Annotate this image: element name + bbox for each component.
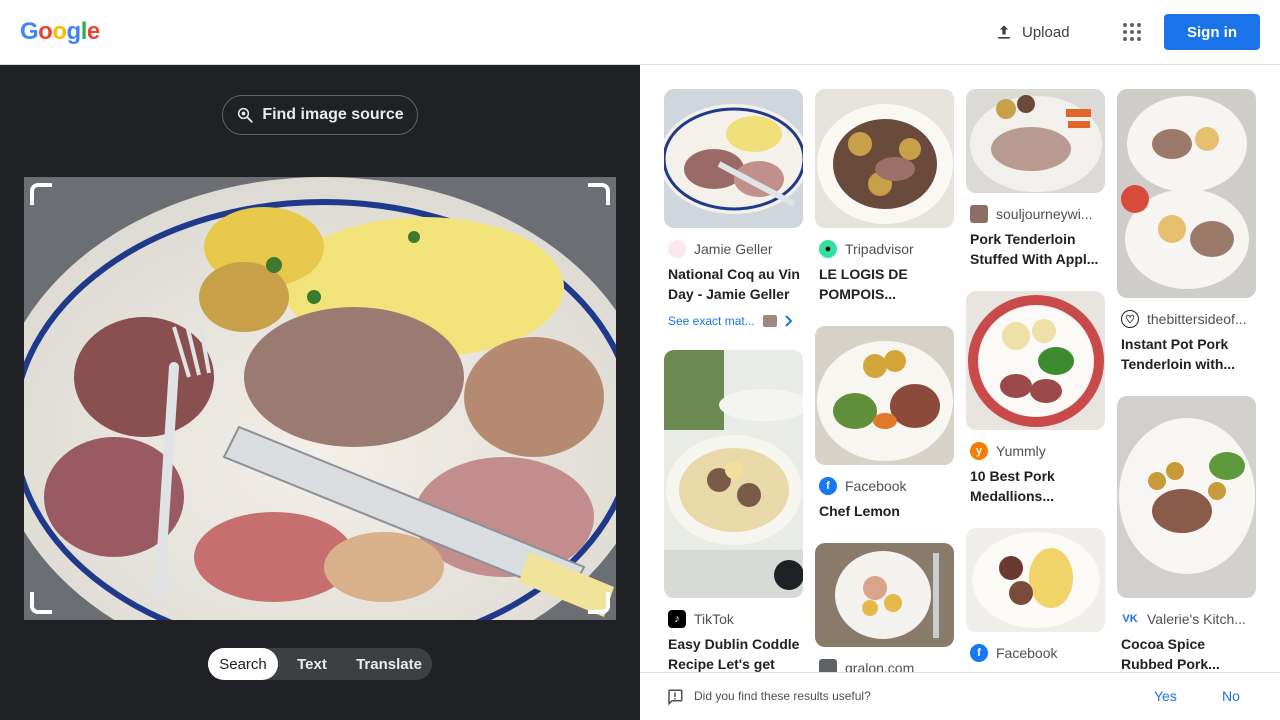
result-title[interactable]: Easy Dublin Coddle Recipe Let's get bbox=[664, 634, 803, 672]
result-card[interactable]: f Facebook bbox=[966, 528, 1105, 662]
upload-icon bbox=[998, 25, 1010, 39]
tiktok-icon: ♪ bbox=[668, 610, 686, 628]
logo-letter: o bbox=[38, 18, 53, 45]
crop-handle-top-right[interactable] bbox=[588, 183, 610, 205]
result-card[interactable]: ♪ TikTok Easy Dublin Coddle Recipe Let's… bbox=[664, 350, 803, 672]
result-card[interactable]: f Facebook Chef Lemon bbox=[815, 326, 954, 521]
result-source: souljourneywi... bbox=[966, 205, 1105, 223]
lens-search-icon bbox=[238, 107, 253, 123]
feedback-no-button[interactable]: No bbox=[1222, 688, 1240, 704]
source-name: Facebook bbox=[996, 645, 1058, 661]
source-name: Yummly bbox=[996, 443, 1046, 459]
result-source: f Facebook bbox=[815, 477, 954, 495]
result-title[interactable]: Instant Pot Pork Tenderloin with... bbox=[1117, 334, 1256, 374]
chevron-right-icon bbox=[785, 315, 793, 327]
query-image[interactable] bbox=[24, 177, 616, 620]
results-column: ♡ thebittersideof... Instant Pot Pork Te… bbox=[1117, 89, 1256, 672]
facebook-icon: f bbox=[819, 477, 837, 495]
result-thumbnail[interactable] bbox=[664, 350, 803, 598]
gralon-favicon-icon bbox=[819, 659, 837, 672]
result-thumbnail[interactable] bbox=[1117, 396, 1256, 598]
result-source: ♪ TikTok bbox=[664, 610, 803, 628]
result-source: ♡ thebittersideof... bbox=[1117, 310, 1256, 328]
source-name: Valerie's Kitch... bbox=[1147, 611, 1246, 627]
result-card[interactable]: ♡ thebittersideof... Instant Pot Pork Te… bbox=[1117, 89, 1256, 374]
result-thumbnail[interactable] bbox=[1117, 89, 1256, 298]
source-name: gralon.com bbox=[845, 660, 915, 672]
logo-letter: e bbox=[86, 18, 100, 45]
result-title[interactable]: National Coq au Vin Day - Jamie Geller bbox=[664, 264, 803, 304]
result-source: VK Valerie's Kitch... bbox=[1117, 610, 1256, 628]
results-column: ● Tripadvisor LE LOGIS DE POMPOIS... f F… bbox=[815, 89, 954, 672]
result-source: ● Tripadvisor bbox=[815, 240, 954, 258]
crop-handle-bottom-right[interactable] bbox=[588, 592, 610, 614]
feedback-yes-button[interactable]: Yes bbox=[1154, 688, 1177, 704]
valeries-kitchen-icon: VK bbox=[1121, 610, 1139, 628]
results-column: Jamie Geller National Coq au Vin Day - J… bbox=[664, 89, 803, 672]
search-mode-switch: Search Text Translate bbox=[208, 648, 432, 680]
upload-label: Upload bbox=[1022, 23, 1070, 41]
result-thumbnail[interactable] bbox=[815, 89, 954, 228]
result-card[interactable]: VK Valerie's Kitch... Cocoa Spice Rubbed… bbox=[1117, 396, 1256, 672]
query-image-panel: Find image source Search Text Translate bbox=[0, 65, 640, 720]
yummly-icon: y bbox=[970, 442, 988, 460]
see-exact-matches-label: See exact mat... bbox=[668, 314, 755, 328]
result-thumbnail[interactable] bbox=[966, 291, 1105, 430]
jamie-geller-favicon-icon bbox=[668, 240, 686, 258]
result-thumbnail[interactable] bbox=[966, 89, 1105, 193]
source-name: Tripadvisor bbox=[845, 241, 914, 257]
tab-search[interactable]: Search bbox=[208, 648, 278, 680]
result-title[interactable]: Pork Tenderloin Stuffed With Appl... bbox=[966, 229, 1105, 269]
result-card[interactable]: ● Tripadvisor LE LOGIS DE POMPOIS... bbox=[815, 89, 954, 304]
feedback-icon bbox=[668, 689, 683, 706]
google-logo[interactable]: Google bbox=[20, 18, 100, 46]
exact-match-thumb-icon bbox=[762, 315, 777, 327]
apps-grid-icon[interactable] bbox=[1116, 16, 1148, 48]
heart-favicon-icon: ♡ bbox=[1121, 310, 1139, 328]
logo-letter: o bbox=[52, 18, 67, 45]
upload-button[interactable]: Upload bbox=[984, 14, 1080, 50]
result-card[interactable]: y Yummly 10 Best Pork Medallions... bbox=[966, 291, 1105, 506]
source-name: TikTok bbox=[694, 611, 734, 627]
logo-letter: g bbox=[66, 18, 82, 45]
logo-letter: G bbox=[20, 18, 39, 45]
find-image-source-button[interactable]: Find image source bbox=[222, 95, 418, 135]
tripadvisor-owl-icon: ● bbox=[819, 240, 837, 258]
find-image-source-label: Find image source bbox=[262, 106, 404, 123]
crop-handle-top-left[interactable] bbox=[30, 183, 52, 205]
facebook-icon: f bbox=[970, 644, 988, 662]
result-card[interactable]: souljourneywi... Pork Tenderloin Stuffed… bbox=[966, 89, 1105, 269]
result-card[interactable]: gralon.com bbox=[815, 543, 954, 672]
result-thumbnail[interactable] bbox=[815, 326, 954, 465]
source-name: Facebook bbox=[845, 478, 907, 494]
result-title[interactable]: LE LOGIS DE POMPOIS... bbox=[815, 264, 954, 304]
result-source: Jamie Geller bbox=[664, 240, 803, 258]
souljourney-favicon-icon bbox=[970, 205, 988, 223]
result-thumbnail[interactable] bbox=[815, 543, 954, 647]
source-name: Jamie Geller bbox=[694, 241, 773, 257]
sign-in-button[interactable]: Sign in bbox=[1164, 14, 1260, 50]
feedback-bar: Did you find these results useful? Yes N… bbox=[640, 672, 1280, 720]
result-card[interactable]: Jamie Geller National Coq au Vin Day - J… bbox=[664, 89, 803, 328]
result-thumbnail[interactable] bbox=[966, 528, 1105, 632]
result-title[interactable]: Chef Lemon bbox=[815, 501, 954, 521]
result-source: y Yummly bbox=[966, 442, 1105, 460]
see-exact-matches-link[interactable]: See exact mat... bbox=[664, 314, 803, 328]
result-thumbnail[interactable] bbox=[664, 89, 803, 228]
result-title[interactable]: Cocoa Spice Rubbed Pork... bbox=[1117, 634, 1256, 672]
tab-translate[interactable]: Translate bbox=[346, 648, 432, 680]
result-source: f Facebook bbox=[966, 644, 1105, 662]
source-name: thebittersideof... bbox=[1147, 311, 1247, 327]
tab-text[interactable]: Text bbox=[278, 648, 346, 680]
crop-handle-bottom-left[interactable] bbox=[30, 592, 52, 614]
result-title[interactable]: 10 Best Pork Medallions... bbox=[966, 466, 1105, 506]
top-header: Google Upload Sign in bbox=[0, 0, 1280, 65]
result-source: gralon.com bbox=[815, 659, 954, 672]
visual-matches-grid: Jamie Geller National Coq au Vin Day - J… bbox=[640, 65, 1280, 672]
feedback-question: Did you find these results useful? bbox=[694, 689, 871, 703]
source-name: souljourneywi... bbox=[996, 206, 1093, 222]
results-column: souljourneywi... Pork Tenderloin Stuffed… bbox=[966, 89, 1105, 672]
